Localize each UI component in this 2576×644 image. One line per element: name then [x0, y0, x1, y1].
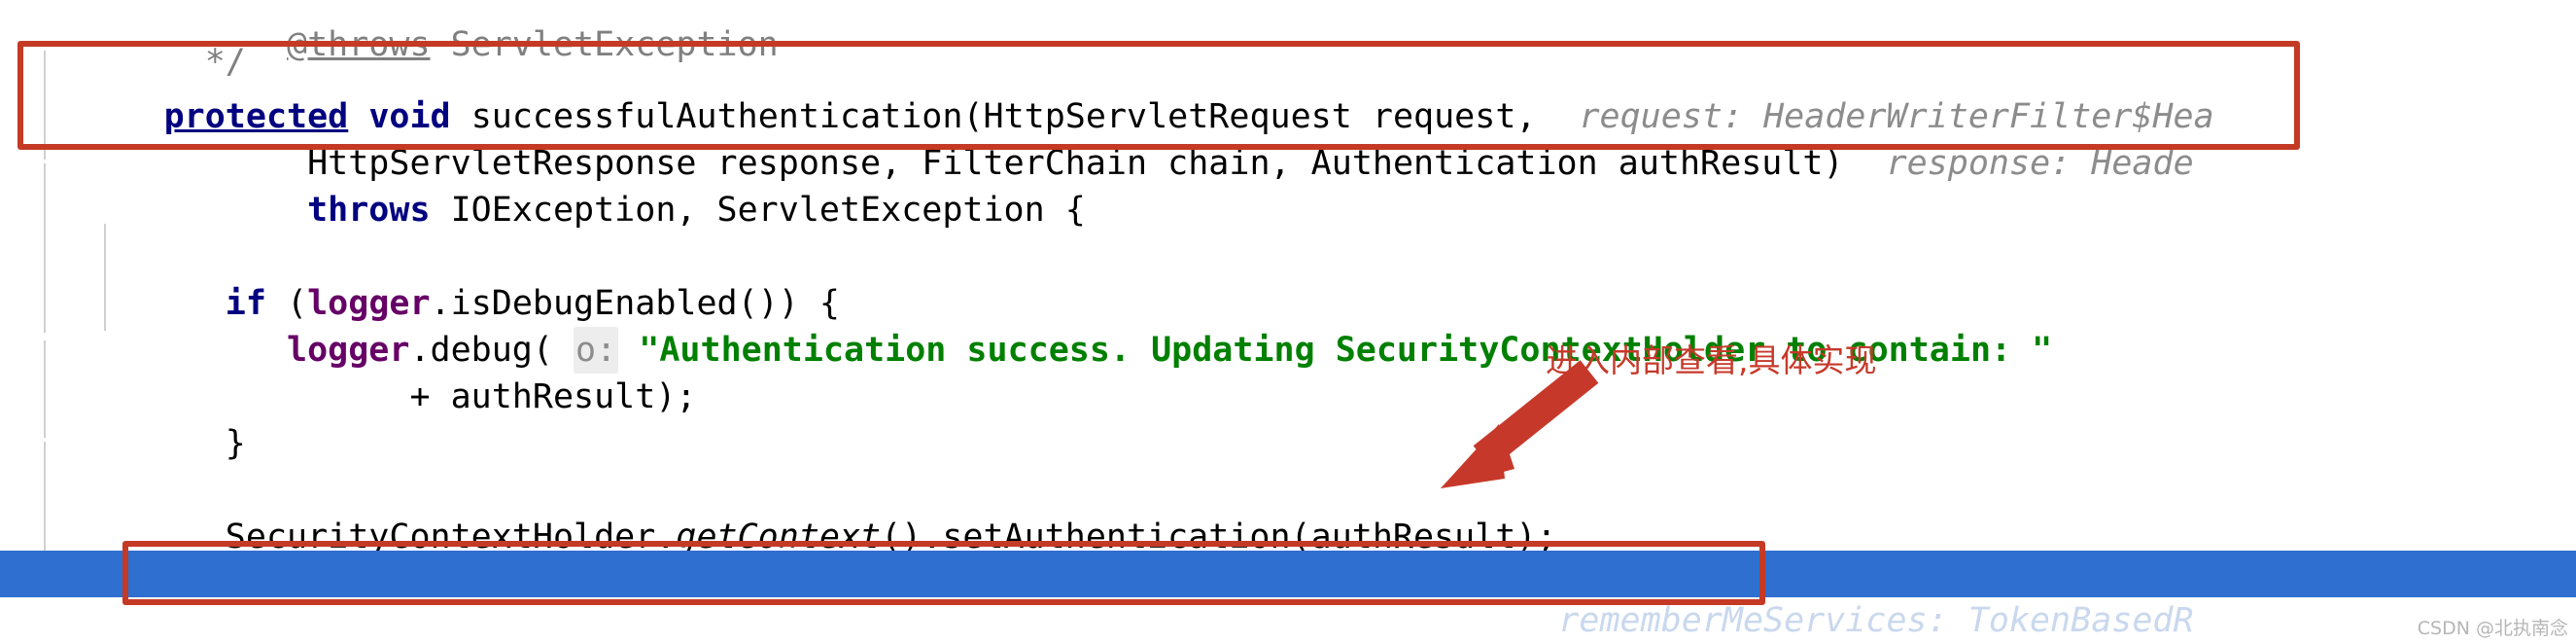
line-set-authentication: SecurityContextHolder.getContext().setAu…: [0, 467, 2576, 556]
line-logger-debug: logger.debug( o: "Authentication success…: [0, 280, 2576, 374]
line-closing-brace: }: [0, 374, 2576, 463]
line-if-debug-enabled: if (logger.isDebugEnabled()) {: [0, 233, 2576, 323]
annotation-arrow: [1390, 360, 1604, 496]
code-lines: @throws ServletException */ protected vo…: [0, 0, 2576, 644]
line-plus-auth-result: + authResult);: [0, 327, 2576, 416]
keyword-throws: throws: [307, 191, 431, 230]
call-login-success: .loginSuccess(request, response, authRes…: [594, 601, 1516, 640]
line-throws-clause: throws IOException, ServletException {: [0, 140, 2576, 230]
annotation-note-text: 进入内部查看,具体实现: [1546, 341, 1877, 379]
csdn-watermark: CSDN @北执南念: [2417, 618, 2568, 639]
line-remember-me-login-success[interactable]: rememberMeServices.loginSuccess(request,…: [0, 551, 2576, 640]
throws-types: IOException, ServletException {: [450, 191, 1086, 230]
brace-close: }: [225, 424, 246, 463]
line-javadoc-close: */: [0, 0, 2576, 82]
inlay-hint-remember-me-services: rememberMeServices: TokenBasedR: [1558, 601, 2194, 640]
line-signature-2: HttpServletResponse response, FilterChai…: [0, 93, 2576, 183]
field-remember-me-services: rememberMeServices: [225, 601, 595, 640]
code-editor-screenshot: @throws ServletException */ protected vo…: [0, 0, 2576, 644]
red-arrow-icon: [1441, 360, 1599, 488]
line-signature-1: protected void successfulAuthentication(…: [0, 47, 2576, 136]
